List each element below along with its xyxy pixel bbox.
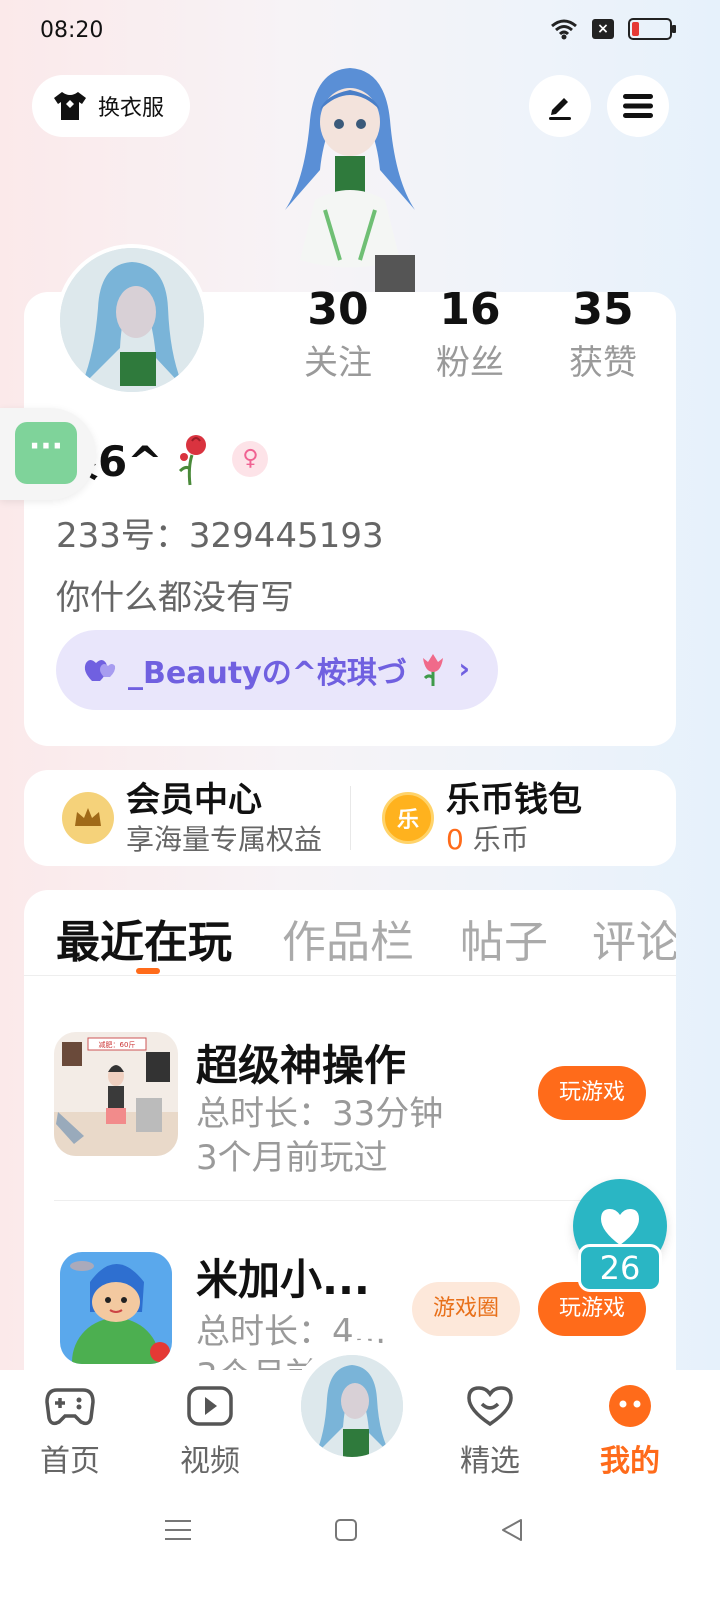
menu-lines-icon — [165, 1520, 191, 1540]
back-button[interactable] — [492, 1510, 532, 1550]
battery-level — [632, 22, 639, 36]
user-id: 233号：329445193 — [56, 516, 384, 556]
game-last-played: 3个月前 — [196, 1348, 320, 1370]
menu-button[interactable] — [607, 75, 669, 137]
home-button[interactable] — [326, 1510, 366, 1550]
female-icon: ♀ — [232, 440, 269, 477]
no-sim-icon: × — [592, 19, 614, 39]
game-last-played: 3个月前玩过 — [196, 1138, 388, 1178]
followers-count: 16 — [439, 284, 501, 335]
nav-home-label: 首页 — [40, 1444, 100, 1479]
tab-works[interactable]: 作品栏 — [282, 906, 414, 970]
face-icon — [609, 1385, 651, 1427]
game-circle-button[interactable]: 游戏圈 — [412, 1282, 520, 1336]
nav-home[interactable]: 首页 — [20, 1384, 120, 1480]
vip-subtitle: 享海量专属权益 — [126, 823, 323, 856]
thumbnail-caption: 减肥：60斤 — [99, 1040, 136, 1049]
recent-apps-button[interactable] — [158, 1510, 198, 1550]
nav-center-avatar[interactable] — [298, 1352, 406, 1460]
status-time: 08:20 — [40, 18, 104, 43]
square-icon — [335, 1519, 357, 1541]
nav-me-label: 我的 — [600, 1444, 660, 1479]
coin-balance: 0 乐币 — [446, 822, 582, 858]
coin-unit: 乐币 — [472, 823, 529, 856]
pen-icon — [549, 98, 571, 120]
nav-video[interactable]: 视频 — [160, 1384, 260, 1480]
coin-title: 乐币钱包 — [446, 780, 582, 820]
wifi-icon — [551, 19, 577, 40]
heart-outline-icon — [467, 1386, 513, 1427]
status-icons: × — [550, 18, 676, 40]
wallet-divider — [350, 786, 351, 850]
gamepad-icon — [45, 1388, 95, 1426]
vip-title: 会员中心 — [126, 780, 262, 820]
status-bar: 08:20 × — [0, 0, 720, 64]
edit-profile-button[interactable] — [529, 75, 591, 137]
bio: 你什么都没有写 — [56, 578, 294, 618]
nav-me[interactable]: 我的 — [580, 1384, 680, 1480]
hearts-icon — [84, 660, 116, 681]
relation-name: _Beautyの^桉琪づ — [128, 656, 407, 691]
tab-recently-played[interactable]: 最近在玩 — [56, 906, 232, 970]
avatar[interactable] — [56, 244, 208, 396]
chat-bubble-icon: ··· — [15, 422, 77, 484]
vip-center[interactable]: 会员中心 享海量专属权益 — [62, 770, 322, 866]
like-count: 26 — [578, 1244, 662, 1292]
nav-featured-label: 精选 — [460, 1444, 520, 1479]
likes-label: 获赞 — [569, 343, 637, 383]
followers-label: 粉丝 — [436, 343, 504, 383]
tulip-icon — [422, 654, 443, 686]
wallet-card: 会员中心 享海量专属权益 乐 乐币钱包 0 乐币 — [24, 770, 676, 866]
coin-wallet[interactable]: 乐 乐币钱包 0 乐币 — [382, 770, 582, 866]
following-label: 关注 — [304, 343, 372, 383]
battery-icon — [628, 18, 676, 40]
change-outfit-button[interactable]: 换衣服 — [32, 75, 190, 137]
play-game-button[interactable]: 玩游戏 — [538, 1066, 646, 1120]
hamburger-icon — [623, 94, 653, 118]
system-nav-bar — [0, 1488, 720, 1612]
character-figure[interactable] — [265, 60, 435, 292]
game-name: 超级神操作 — [196, 1041, 407, 1090]
tab-posts[interactable]: 帖子 — [460, 906, 548, 970]
tab-indicator — [136, 968, 160, 974]
shirt-icon — [54, 92, 86, 120]
coin-amount: 0 — [446, 823, 464, 856]
list-item[interactable]: 减肥：60斤 超级神操作 总时长：33分钟 3个月前玩过 玩游戏 — [54, 1032, 646, 1178]
likes-count: 35 — [572, 284, 634, 335]
game-thumbnail[interactable]: 减肥：60斤 — [54, 1032, 178, 1156]
stat-following[interactable]: 30 关注 — [283, 282, 393, 386]
game-thumbnail[interactable] — [60, 1252, 172, 1364]
back-triangle-icon — [502, 1519, 522, 1541]
play-icon — [187, 1386, 233, 1426]
coin-icon: 乐 — [382, 792, 434, 844]
crown-icon — [62, 792, 114, 844]
floating-chat-bubble[interactable]: ··· — [0, 408, 96, 500]
row-divider — [54, 1200, 646, 1201]
nav-video-label: 视频 — [180, 1444, 240, 1479]
chevron-right-icon: › — [458, 652, 470, 685]
tab-comments[interactable]: 评论 — [592, 906, 676, 970]
relation-pill[interactable]: _Beautyの^桉琪づ › — [56, 630, 498, 710]
following-count: 30 — [307, 284, 369, 335]
game-name: 米加小... — [196, 1255, 370, 1304]
profile-tabs: 最近在玩 作品栏 帖子 评论 — [24, 890, 676, 976]
rose-icon — [179, 434, 207, 485]
nav-featured[interactable]: 精选 — [440, 1384, 540, 1480]
stat-followers[interactable]: 16 粉丝 — [415, 282, 525, 386]
content-card: 最近在玩 作品栏 帖子 评论 减肥：60斤 超级神操作 总时长：33分钟 3个月… — [24, 890, 676, 1370]
change-outfit-label: 换衣服 — [98, 96, 165, 121]
stat-likes[interactable]: 35 获赞 — [548, 282, 658, 386]
game-duration: 总时长：33分钟 — [196, 1094, 444, 1134]
